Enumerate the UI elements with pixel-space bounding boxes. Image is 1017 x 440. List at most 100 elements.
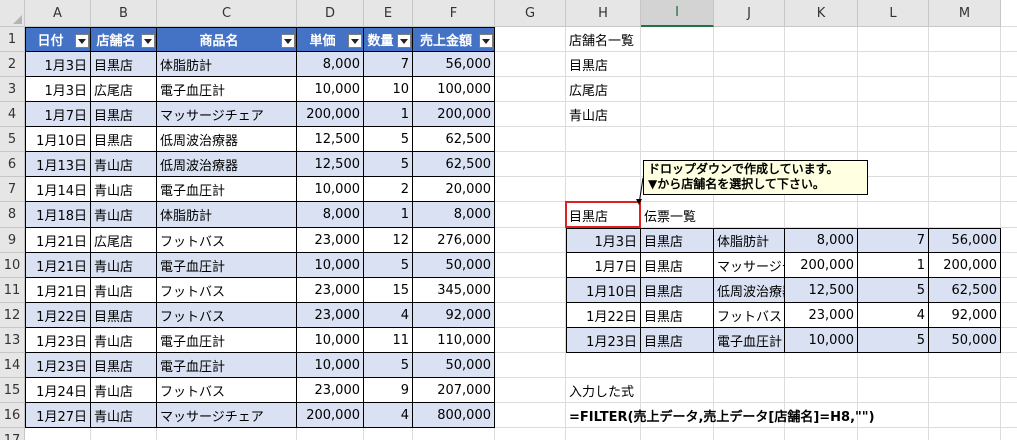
filter-result-cell[interactable]: マッサージチェア — [714, 253, 785, 278]
table-cell[interactable]: フットバス — [157, 378, 297, 403]
row-header-16[interactable]: 16 — [0, 403, 25, 428]
filter-result-cell[interactable]: 1月10日 — [566, 278, 641, 303]
table-cell[interactable]: 276,000 — [413, 228, 495, 253]
table-cell[interactable]: マッサージチェア — [157, 403, 297, 428]
filter-result-cell[interactable]: 62,500 — [929, 278, 1001, 303]
column-header-c[interactable]: C — [157, 0, 297, 27]
table-cell[interactable]: 23,000 — [297, 228, 364, 253]
column-header-e[interactable]: E — [364, 0, 413, 27]
table-cell[interactable]: 10 — [364, 77, 413, 102]
table-cell[interactable]: 1 — [364, 102, 413, 127]
filter-result-cell[interactable]: 1月23日 — [566, 328, 641, 353]
table-cell[interactable]: フットバス — [157, 278, 297, 303]
table-cell[interactable]: 800,000 — [413, 403, 495, 428]
table-cell[interactable]: 9 — [364, 378, 413, 403]
table-cell[interactable]: 青山店 — [91, 278, 157, 303]
row-header-1[interactable]: 1 — [0, 27, 25, 52]
table-cell[interactable]: 電子血圧計 — [157, 177, 297, 202]
row-header-12[interactable]: 12 — [0, 303, 25, 328]
row-header-9[interactable]: 9 — [0, 228, 25, 253]
table-cell[interactable]: 62,500 — [413, 152, 495, 177]
row-header-11[interactable]: 11 — [0, 278, 25, 303]
table-cell[interactable]: 7 — [364, 52, 413, 77]
store-list-item[interactable]: 広尾店 — [566, 77, 641, 102]
row-header-10[interactable]: 10 — [0, 253, 25, 278]
filter-result-cell[interactable]: 4 — [858, 303, 929, 328]
table-cell[interactable]: 110,000 — [413, 328, 495, 353]
table-cell[interactable]: 低周波治療器 — [157, 152, 297, 177]
store-list-title[interactable]: 店舗名一覧 — [566, 27, 785, 52]
table-cell[interactable]: 1月22日 — [25, 303, 91, 328]
filter-dropdown-icon[interactable] — [75, 34, 89, 48]
table-cell[interactable]: 92,000 — [413, 303, 495, 328]
table-cell[interactable]: 10,000 — [297, 253, 364, 278]
row-header-13[interactable]: 13 — [0, 328, 25, 353]
table-cell[interactable]: 5 — [364, 127, 413, 152]
table-cell[interactable]: フットバス — [157, 303, 297, 328]
table-cell[interactable]: 1月21日 — [25, 228, 91, 253]
table-cell[interactable]: 1月24日 — [25, 378, 91, 403]
table-cell[interactable]: 1月13日 — [25, 152, 91, 177]
column-header-m[interactable]: M — [929, 0, 1001, 27]
table-cell[interactable]: 1 — [364, 202, 413, 228]
filter-result-cell[interactable]: 目黒店 — [641, 328, 714, 353]
table-cell[interactable]: 50,000 — [413, 353, 495, 378]
filter-result-cell[interactable]: 10,000 — [785, 328, 858, 353]
table-cell[interactable]: 12,500 — [297, 152, 364, 177]
table-cell[interactable]: 1月7日 — [25, 102, 91, 127]
filter-result-cell[interactable]: 体脂肪計 — [714, 228, 785, 253]
row-header-15[interactable]: 15 — [0, 378, 25, 403]
formula-label[interactable]: 入力した式 — [566, 378, 785, 403]
filter-result-cell[interactable]: 56,000 — [929, 228, 1001, 253]
filter-dropdown-icon[interactable] — [281, 34, 295, 48]
row-header-8[interactable]: 8 — [0, 202, 25, 228]
filter-result-cell[interactable]: 1月7日 — [566, 253, 641, 278]
select-all-corner[interactable] — [0, 0, 25, 27]
table-cell[interactable]: 4 — [364, 403, 413, 428]
table-cell[interactable]: 8,000 — [297, 52, 364, 77]
filter-result-cell[interactable]: 5 — [858, 278, 929, 303]
row-header-5[interactable]: 5 — [0, 127, 25, 152]
table-cell[interactable]: 体脂肪計 — [157, 202, 297, 228]
table-cell[interactable]: 4 — [364, 303, 413, 328]
table-cell[interactable]: 10,000 — [297, 77, 364, 102]
column-header-f[interactable]: F — [413, 0, 495, 27]
table-cell[interactable]: 1月23日 — [25, 353, 91, 378]
table-cell[interactable]: 広尾店 — [91, 228, 157, 253]
table-cell[interactable]: 1月23日 — [25, 328, 91, 353]
column-header-b[interactable]: B — [91, 0, 157, 27]
table-cell[interactable]: 100,000 — [413, 77, 495, 102]
table-cell[interactable]: 1月3日 — [25, 77, 91, 102]
column-header-a[interactable]: A — [25, 0, 91, 27]
table-cell[interactable]: 1月14日 — [25, 177, 91, 202]
filter-result-cell[interactable]: 8,000 — [785, 228, 858, 253]
row-header-7[interactable]: 7 — [0, 177, 25, 202]
table-cell[interactable]: 345,000 — [413, 278, 495, 303]
table-cell[interactable]: 青山店 — [91, 177, 157, 202]
table-cell[interactable]: 5 — [364, 152, 413, 177]
filter-result-cell[interactable]: 1月22日 — [566, 303, 641, 328]
table-cell[interactable]: 5 — [364, 253, 413, 278]
table-cell[interactable]: 目黒店 — [91, 52, 157, 77]
table-cell[interactable]: 8,000 — [413, 202, 495, 228]
column-header-d[interactable]: D — [297, 0, 364, 27]
table-cell[interactable]: 23,000 — [297, 278, 364, 303]
table-cell[interactable]: 11 — [364, 328, 413, 353]
table-cell[interactable]: 23,000 — [297, 378, 364, 403]
row-header-17[interactable]: 17 — [0, 428, 25, 440]
table-cell[interactable]: 62,500 — [413, 127, 495, 152]
filter-result-cell[interactable]: 目黒店 — [641, 253, 714, 278]
filter-result-cell[interactable]: フットバス — [714, 303, 785, 328]
table-cell[interactable]: 1月27日 — [25, 403, 91, 428]
filter-result-cell[interactable]: 目黒店 — [641, 278, 714, 303]
table-cell[interactable]: 青山店 — [91, 328, 157, 353]
table-cell[interactable]: 電子血圧計 — [157, 253, 297, 278]
table-cell[interactable]: 56,000 — [413, 52, 495, 77]
column-header-j[interactable]: J — [714, 0, 785, 27]
filter-result-cell[interactable]: 5 — [858, 328, 929, 353]
filter-result-cell[interactable]: 1月3日 — [566, 228, 641, 253]
filter-result-cell[interactable]: 23,000 — [785, 303, 858, 328]
table-cell[interactable]: 10,000 — [297, 328, 364, 353]
table-cell[interactable]: 2 — [364, 177, 413, 202]
filter-result-cell[interactable]: 低周波治療器 — [714, 278, 785, 303]
